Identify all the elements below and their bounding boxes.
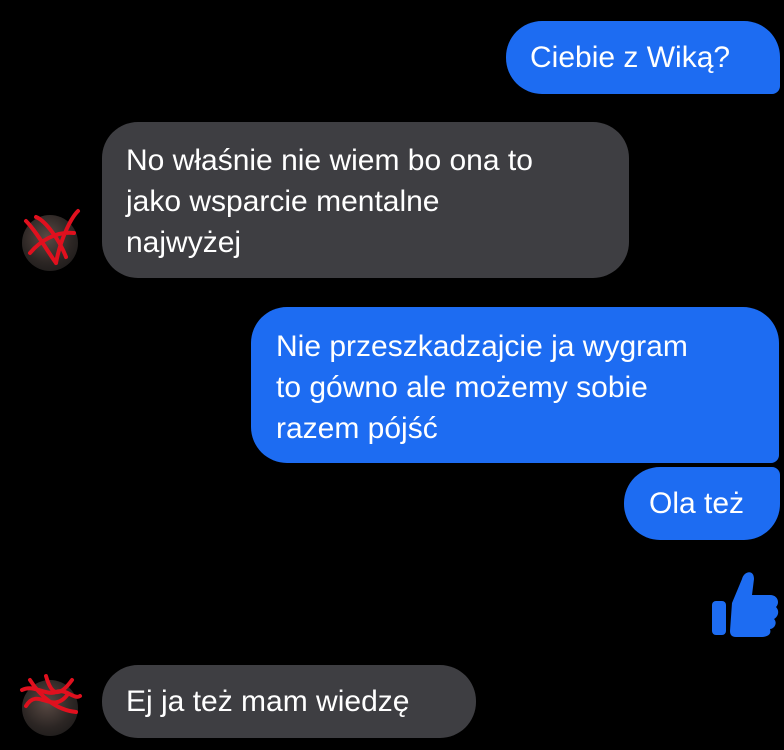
scribble-icon [24,209,80,265]
message-bubble-outgoing[interactable]: Ciebie z Wiką? [506,21,780,94]
contact-avatar[interactable] [22,209,80,271]
message-bubble-outgoing[interactable]: Ola też [624,467,780,540]
message-bubble-incoming[interactable]: Ej ja też mam wiedzę [102,665,476,738]
contact-avatar[interactable] [20,674,82,736]
thumbs-up-icon[interactable] [710,565,780,642]
message-bubble-outgoing[interactable]: Nie przeszkadzajcie ja wygram to gówno a… [251,307,779,463]
scribble-icon [20,674,82,714]
message-bubble-incoming[interactable]: No właśnie nie wiem bo ona to jako wspar… [102,122,629,278]
